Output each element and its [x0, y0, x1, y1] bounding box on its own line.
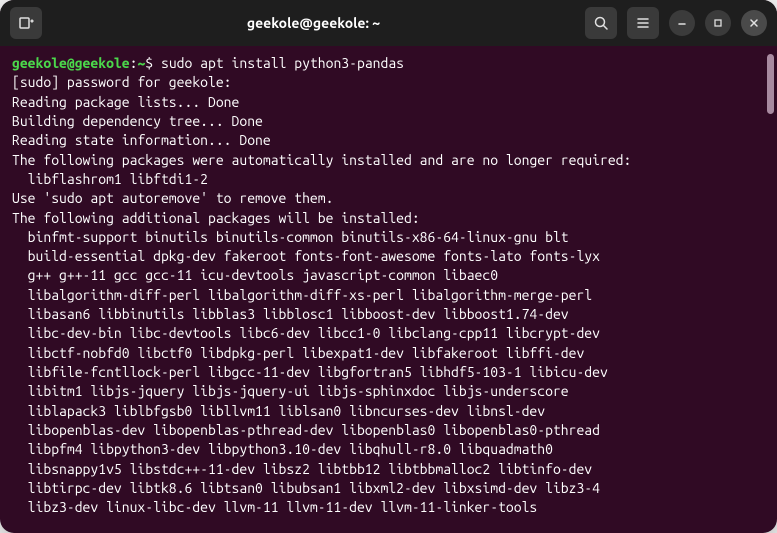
output-package-line: libopenblas-dev libopenblas-pthread-dev …: [12, 421, 765, 440]
prompt-line: geekole@geekole:~$ sudo apt install pyth…: [12, 54, 765, 73]
menu-button[interactable]: [627, 7, 659, 39]
new-tab-button[interactable]: [10, 7, 42, 39]
output-autoremove: Use 'sudo apt autoremove' to remove them…: [12, 189, 765, 208]
output-sudo: [sudo] password for geekole:: [12, 73, 765, 92]
maximize-button[interactable]: [705, 10, 731, 36]
prompt-dollar: $: [145, 55, 161, 71]
output-package-line: liblapack3 liblbfgsb0 libllvm11 liblsan0…: [12, 402, 765, 421]
output-package-line: libz3-dev linux-libc-dev llvm-11 llvm-11…: [12, 498, 765, 517]
window-title: geekole@geekole: ~: [50, 15, 577, 31]
output-package-line: libctf-nobfd0 libctf0 libdpkg-perl libex…: [12, 344, 765, 363]
scrollbar-thumb[interactable]: [767, 54, 774, 114]
hamburger-icon: [635, 15, 651, 31]
output-package-line: libitm1 libjs-jquery libjs-jquery-ui lib…: [12, 382, 765, 401]
search-button[interactable]: [585, 7, 617, 39]
output-package-line: libsnappy1v5 libstdc++-11-dev libsz2 lib…: [12, 460, 765, 479]
output-line: The following packages were automaticall…: [12, 151, 765, 170]
output-auto-installed: libflashrom1 libftdi1-2: [12, 170, 765, 189]
close-icon: [748, 17, 760, 29]
output-package-line: libfile-fcntllock-perl libgcc-11-dev lib…: [12, 363, 765, 382]
maximize-icon: [712, 17, 724, 29]
prompt-user-host: geekole@geekole: [12, 55, 130, 71]
output-line: Reading package lists... Done: [12, 93, 765, 112]
output-line: Reading state information... Done: [12, 131, 765, 150]
output-additional-header: The following additional packages will b…: [12, 209, 765, 228]
titlebar: geekole@geekole: ~: [0, 0, 777, 46]
terminal-content[interactable]: geekole@geekole:~$ sudo apt install pyth…: [0, 46, 777, 533]
output-line: Building dependency tree... Done: [12, 112, 765, 131]
output-package-line: g++ g++-11 gcc gcc-11 icu-devtools javas…: [12, 266, 765, 285]
terminal-window: geekole@geekole: ~: [0, 0, 777, 533]
minimize-icon: [676, 17, 688, 29]
output-package-line: libtirpc-dev libtk8.6 libtsan0 libubsan1…: [12, 479, 765, 498]
output-package-line: libpfm4 libpython3-dev libpython3.10-dev…: [12, 440, 765, 459]
output-package-line: libalgorithm-diff-perl libalgorithm-diff…: [12, 286, 765, 305]
search-icon: [593, 15, 609, 31]
new-tab-icon: [18, 15, 34, 31]
output-package-line: libasan6 libbinutils libblas3 libblosc1 …: [12, 305, 765, 324]
minimize-button[interactable]: [669, 10, 695, 36]
close-button[interactable]: [741, 10, 767, 36]
output-package-line: binfmt-support binutils binutils-common …: [12, 228, 765, 247]
command-text: sudo apt install python3-pandas: [161, 55, 404, 71]
output-package-line: build-essential dpkg-dev fakeroot fonts-…: [12, 247, 765, 266]
output-package-line: libc-dev-bin libc-devtools libc6-dev lib…: [12, 324, 765, 343]
